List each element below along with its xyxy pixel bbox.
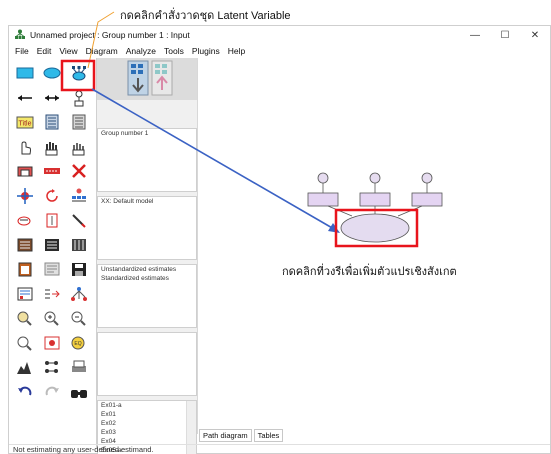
duplicate-icon[interactable] [13,160,37,182]
copy-clipboard-icon[interactable] [13,258,37,280]
unique-variable-icon[interactable] [67,87,91,109]
estimate-unstandardized[interactable]: Unstandardized estimates [98,265,196,274]
data-files-icon[interactable] [13,234,37,256]
view-text-icon[interactable] [40,258,64,280]
calculate-estimates-icon[interactable] [67,234,91,256]
view-tabs: Path diagram Tables [199,429,284,442]
menu-file[interactable]: File [9,46,33,56]
menu-diagram[interactable]: Diagram [82,46,122,56]
tab-tables[interactable]: Tables [253,429,284,442]
bayesian-icon[interactable] [13,356,37,378]
move-icon[interactable] [40,160,64,182]
minimize-button[interactable]: — [460,26,490,44]
select-one-icon[interactable] [13,136,37,158]
group-item[interactable]: Group number 1 [98,129,196,138]
app-window: Unnamed project : Group number 1 : Input… [8,25,551,454]
view-output-icon[interactable] [151,60,173,96]
touch-up-icon[interactable] [67,209,91,231]
view-input-icon[interactable] [127,60,149,96]
variable-item[interactable]: Ex02 [98,419,196,428]
top-callout: กดคลิกคำสั่งวาดชุด Latent Variable [120,10,291,22]
amos-app-icon [15,29,25,39]
move-parameter-icon[interactable] [13,209,37,231]
estimate-standardized[interactable]: Standardized estimates [98,274,196,283]
menu-view[interactable]: View [55,46,81,56]
side-panel: Group number 1 XX: Default model Unstand… [96,58,197,454]
panel-toolbar [97,58,197,100]
zoom-out-icon[interactable] [67,307,91,329]
status-bar: Not estimating any user-defined estimand… [9,444,550,454]
drag-properties-icon[interactable] [40,283,64,305]
multiple-group-icon[interactable] [40,356,64,378]
print-icon[interactable] [67,356,91,378]
menu-tools[interactable]: Tools [160,46,188,56]
title-icon[interactable]: Title [13,111,37,133]
tab-path-diagram[interactable]: Path diagram [199,429,252,442]
analysis-properties-icon[interactable] [40,234,64,256]
redo-icon[interactable] [40,381,64,403]
menu-help[interactable]: Help [224,46,249,56]
specification-search-icon[interactable] [67,381,91,403]
svg-text:EQ: EQ [74,341,81,347]
zoom-in-icon[interactable] [40,307,64,329]
model-item[interactable]: XX: Default model [98,197,196,206]
menu-edit[interactable]: Edit [33,46,56,56]
toolbox: Title EQ [9,58,96,434]
estimates-panel: Unstandardized estimates Standardized es… [97,264,197,328]
list-data-icon[interactable] [67,111,91,133]
variable-item[interactable]: Ex03 [98,428,196,437]
scroll-icon[interactable] [40,209,64,231]
erase-icon[interactable] [67,160,91,182]
list-variables-icon[interactable] [40,111,64,133]
path-diagram-canvas[interactable] [197,58,549,434]
rectangle-icon[interactable] [13,62,37,84]
undo-icon[interactable] [13,381,37,403]
window-title: Unnamed project : Group number 1 : Input [30,30,190,40]
select-all-icon[interactable] [40,136,64,158]
computation-panel [97,332,197,396]
latent-indicator-icon[interactable] [67,62,91,84]
reflect-icon[interactable] [67,185,91,207]
deselect-all-icon[interactable] [67,136,91,158]
groups-panel: Group number 1 [97,128,197,192]
resize-fit-icon[interactable] [40,332,64,354]
preserve-symmetry-icon[interactable] [67,283,91,305]
menu-plugins[interactable]: Plugins [188,46,224,56]
variable-item[interactable]: Ex01-a [98,401,196,410]
single-arrow-icon[interactable] [13,87,37,109]
menu-bar: File Edit View Diagram Analyze Tools Plu… [9,44,550,58]
zoom-area-icon[interactable] [13,307,37,329]
variable-item[interactable]: Ex01 [98,410,196,419]
close-button[interactable]: ✕ [520,26,550,44]
status-text: Not estimating any user-defined estimand… [13,445,154,454]
maximize-button[interactable]: ☐ [490,26,520,44]
svg-text:Title: Title [19,121,32,128]
ellipse-icon[interactable] [40,62,64,84]
magnify-icon[interactable]: EQ [67,332,91,354]
models-panel: XX: Default model [97,196,197,260]
rotate-icon[interactable] [40,185,64,207]
double-arrow-icon[interactable] [40,87,64,109]
bottom-callout: กดคลิกที่วงรีเพื่อเพิ่มตัวแปรเชิงสังเกต [282,266,457,278]
show-page-icon[interactable] [13,332,37,354]
title-bar: Unnamed project : Group number 1 : Input… [9,26,550,44]
object-properties-icon[interactable] [13,283,37,305]
menu-analyze[interactable]: Analyze [122,46,160,56]
save-icon[interactable] [67,258,91,280]
change-shape-icon[interactable] [13,185,37,207]
